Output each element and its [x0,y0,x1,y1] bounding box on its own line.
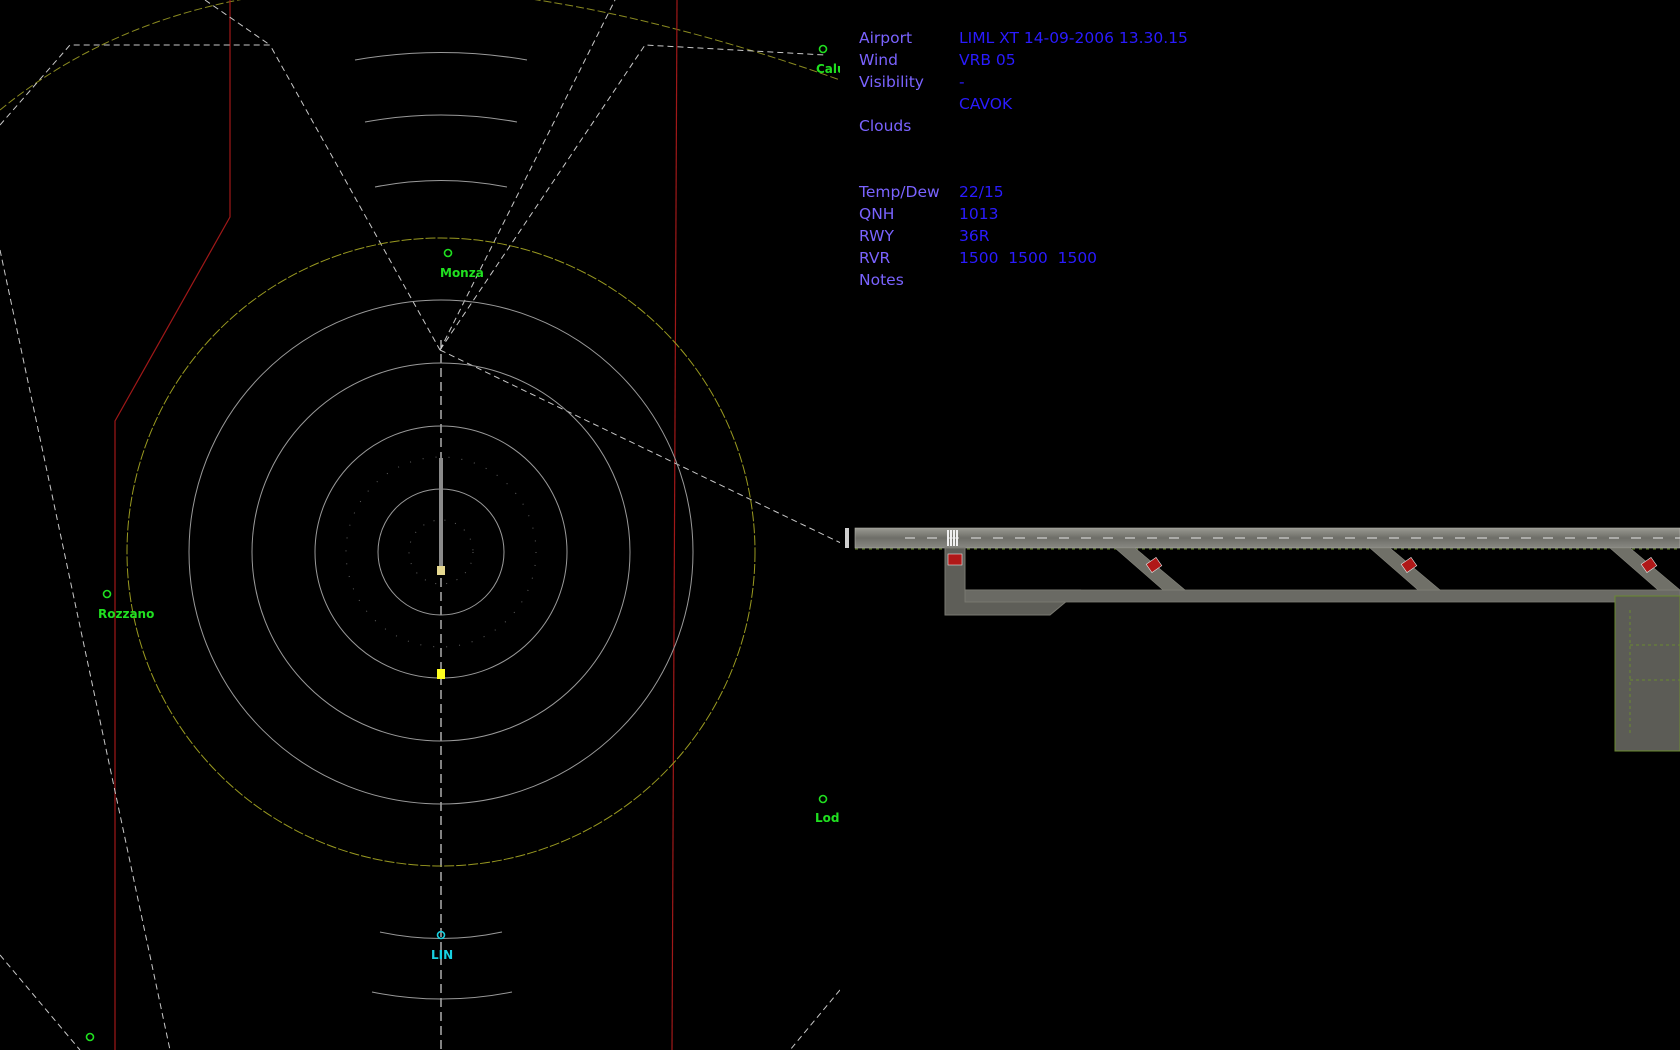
wind-row: Wind VRB 05 [859,49,1188,71]
visibility-value: - [959,73,965,91]
weather-info-panel: Airport LIML XT 14-09-2006 13.30.15 Wind… [859,27,1188,291]
apron-east[interactable] [1614,595,1680,752]
airspace-line-se [789,989,840,1050]
outer-range-arc [0,0,840,111]
arc-s2 [371,991,513,1000]
ground-svg [845,527,1680,752]
qnh-value: 1013 [959,205,999,223]
wind-value: VRB 05 [959,51,1016,69]
fix-label-rozzano: Rozzano [98,607,154,621]
rwy-label: RWY [859,227,894,245]
fix-label-lin: LIN [431,948,453,962]
clouds-label: Clouds [859,117,912,135]
notes-label: Notes [859,271,904,289]
aircraft-track [439,458,443,566]
fix-marker-monza[interactable] [443,248,453,258]
holding-sign-1[interactable] [947,553,963,566]
fix-label-lodi: Lodi [815,811,840,825]
radar-svg[interactable]: Calu Monza Rozzano Lodi LIN [0,0,840,1050]
airspace-line-top [204,0,271,46]
airspace-line-sw [0,954,81,1050]
temp-value: 22/15 [959,183,1004,201]
wind-label: Wind [859,51,898,69]
approach-line-a [439,0,616,351]
airspace-line-left [0,44,441,351]
fix-label-monza: Monza [440,266,484,280]
cavok-value: CAVOK [959,95,1013,113]
fix-marker-calu[interactable] [818,44,828,54]
approach-line-c [439,349,840,544]
rvr-value: 1500 1500 1500 [959,249,1098,267]
sector-boundary-right [671,0,678,1050]
rvr-label: RVR [859,249,891,267]
visibility-row: Visibility - [859,71,1188,93]
rvr-row: RVR 1500 1500 1500 [859,247,1188,269]
fix-marker-lodi[interactable] [818,794,828,804]
cavok-row: CAVOK [859,93,1188,115]
runway-end-marker [845,528,849,548]
airport-label: Airport [859,29,913,47]
notes-row: Notes [859,269,1188,291]
aircraft-symbol[interactable] [437,566,445,575]
arc-n2 [364,114,518,123]
qnh-row: QNH 1013 [859,203,1188,225]
ground-view[interactable] [845,520,1680,760]
airport-value: LIML XT 14-09-2006 13.30.15 [959,29,1188,47]
sector-boundary-left [114,0,231,1050]
arc-n1 [354,52,528,61]
apron-west[interactable] [944,547,1082,616]
fix-marker-unnamed[interactable] [85,1032,95,1042]
clouds-row: Clouds [859,115,1188,137]
rwy-value: 36R [959,227,990,245]
airspace-line-west [0,249,171,1050]
temp-row: Temp/Dew 22/15 [859,181,1188,203]
visibility-label: Visibility [859,73,924,91]
fix-marker-rozzano[interactable] [102,589,112,599]
qnh-label: QNH [859,205,895,223]
arc-n3 [374,180,508,188]
airport-row: Airport LIML XT 14-09-2006 13.30.15 [859,27,1188,49]
temp-label: Temp/Dew [859,183,940,201]
radar-scope[interactable]: Calu Monza Rozzano Lodi LIN [0,0,840,1050]
fix-label-calu: Calu [816,62,840,76]
aircraft-symbol-2[interactable] [437,669,445,679]
rwy-row: RWY 36R [859,225,1188,247]
approach-line-b [439,44,826,351]
parallel-taxiway[interactable] [964,589,1680,603]
